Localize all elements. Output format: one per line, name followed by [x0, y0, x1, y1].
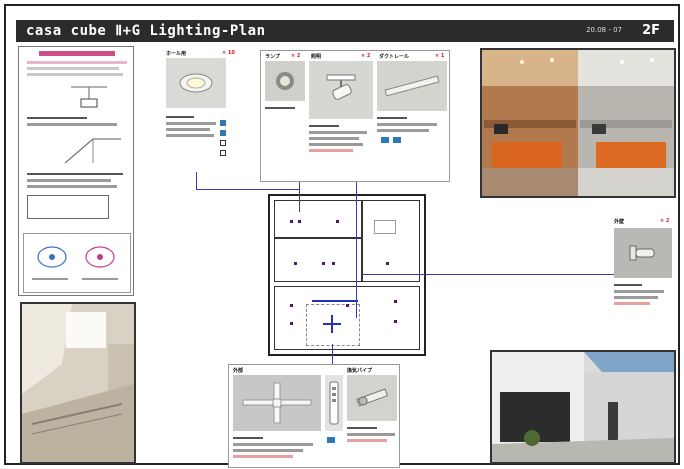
- light-mark-icon: [386, 262, 389, 265]
- spotlight-image: [309, 61, 373, 119]
- ceiling-fan-icon: [242, 382, 312, 424]
- product-qty: × 2: [361, 53, 371, 59]
- wiring-line: [196, 189, 300, 190]
- light-mark-icon: [346, 304, 349, 307]
- product-name: ホール用: [166, 51, 187, 57]
- spec-icon: [220, 120, 226, 126]
- wall-light-icon: [629, 245, 655, 261]
- fan-image: [233, 375, 321, 431]
- lighting-plan-sheet: casa cube Ⅱ+G Lighting-Plan 20.08 - 07 2…: [4, 4, 680, 468]
- plan-room: [362, 200, 420, 282]
- fan-rotation-icon: [37, 246, 67, 268]
- courtyard-photo-image: [492, 352, 674, 462]
- legend-header: [39, 51, 115, 56]
- pendant-icon: [71, 86, 107, 108]
- vent-pipe-icon: [356, 388, 389, 407]
- stairwell-photo-image: [22, 304, 134, 462]
- product-name: 照明: [311, 54, 322, 60]
- product-name: 外壁: [614, 219, 625, 225]
- fan-vent-card: 外部 換気パイプ: [228, 364, 400, 468]
- legend-panel: [18, 46, 134, 296]
- hall-light-card: ホール用 × 10: [164, 50, 240, 176]
- duct-rail-image: [377, 61, 447, 111]
- plan-room: [274, 200, 362, 238]
- product-qty: × 10: [222, 50, 235, 56]
- product-qty: × 2: [291, 53, 301, 59]
- light-mark-icon: [290, 304, 293, 307]
- downlight-icon: [179, 73, 213, 93]
- product-name: 外部: [233, 368, 244, 374]
- lamp-image: [265, 61, 305, 101]
- spec-icon: [393, 137, 401, 143]
- courtyard-photo: [490, 350, 676, 464]
- duct-rail-icon: [384, 75, 440, 97]
- product-image: [614, 228, 672, 278]
- product-name: ダクトレール: [379, 54, 410, 60]
- light-mark-icon: [290, 220, 293, 223]
- wall-light-card: 外壁 × 2: [612, 218, 676, 318]
- light-mark-icon: [294, 262, 297, 265]
- vent-pipe-image: [347, 375, 397, 421]
- wiring-line: [362, 274, 616, 275]
- product-qty: × 1: [435, 53, 445, 59]
- spec-icon: [381, 137, 389, 143]
- spec-icon: [220, 130, 226, 136]
- wiring-line: [196, 172, 197, 190]
- plan-room: [274, 238, 362, 282]
- spot-lighting-card: ランプ × 2 照明 × 2 ダクトレール × 1: [260, 50, 450, 182]
- ceiling-fan-icon: [323, 315, 341, 333]
- product-name: 換気パイプ: [347, 368, 373, 374]
- spec-icon: [220, 150, 226, 156]
- remote-image: [325, 375, 343, 431]
- spec-icon: [220, 140, 226, 146]
- spotlight-icon: [326, 74, 356, 100]
- plan-title: casa cube Ⅱ+G Lighting-Plan: [26, 23, 266, 39]
- light-mark-icon: [290, 322, 293, 325]
- light-mark-icon: [332, 262, 335, 265]
- stair-mark: [374, 220, 396, 234]
- fan-diagram-box: [23, 233, 131, 293]
- spotlight-icon: [276, 72, 294, 90]
- floor-label: 2F: [642, 23, 660, 38]
- wiring-line: [356, 182, 357, 318]
- slope-diagram-icon: [64, 138, 121, 164]
- product-qty: × 2: [660, 218, 670, 224]
- bedroom-photo: [480, 48, 676, 198]
- notes-box: [27, 195, 109, 219]
- plan-date: 20.08 - 07: [586, 26, 622, 34]
- product-image: [166, 58, 226, 108]
- product-name: ランプ: [265, 54, 280, 60]
- stairwell-photo: [20, 302, 136, 464]
- light-mark-icon: [298, 220, 301, 223]
- fan-rotation-icon: [85, 246, 115, 268]
- floor-plan: [268, 194, 426, 356]
- wiring-line: [332, 344, 333, 364]
- light-mark-icon: [336, 220, 339, 223]
- remote-control-icon: [329, 381, 339, 425]
- title-bar: casa cube Ⅱ+G Lighting-Plan 20.08 - 07 2…: [16, 20, 674, 42]
- light-mark-icon: [394, 320, 397, 323]
- light-mark-icon: [322, 262, 325, 265]
- wiring-line: [299, 182, 300, 212]
- spec-icon: [327, 437, 335, 443]
- light-mark-icon: [394, 300, 397, 303]
- bedroom-photo-image: [482, 50, 674, 196]
- duct-rail-mark: [312, 300, 358, 302]
